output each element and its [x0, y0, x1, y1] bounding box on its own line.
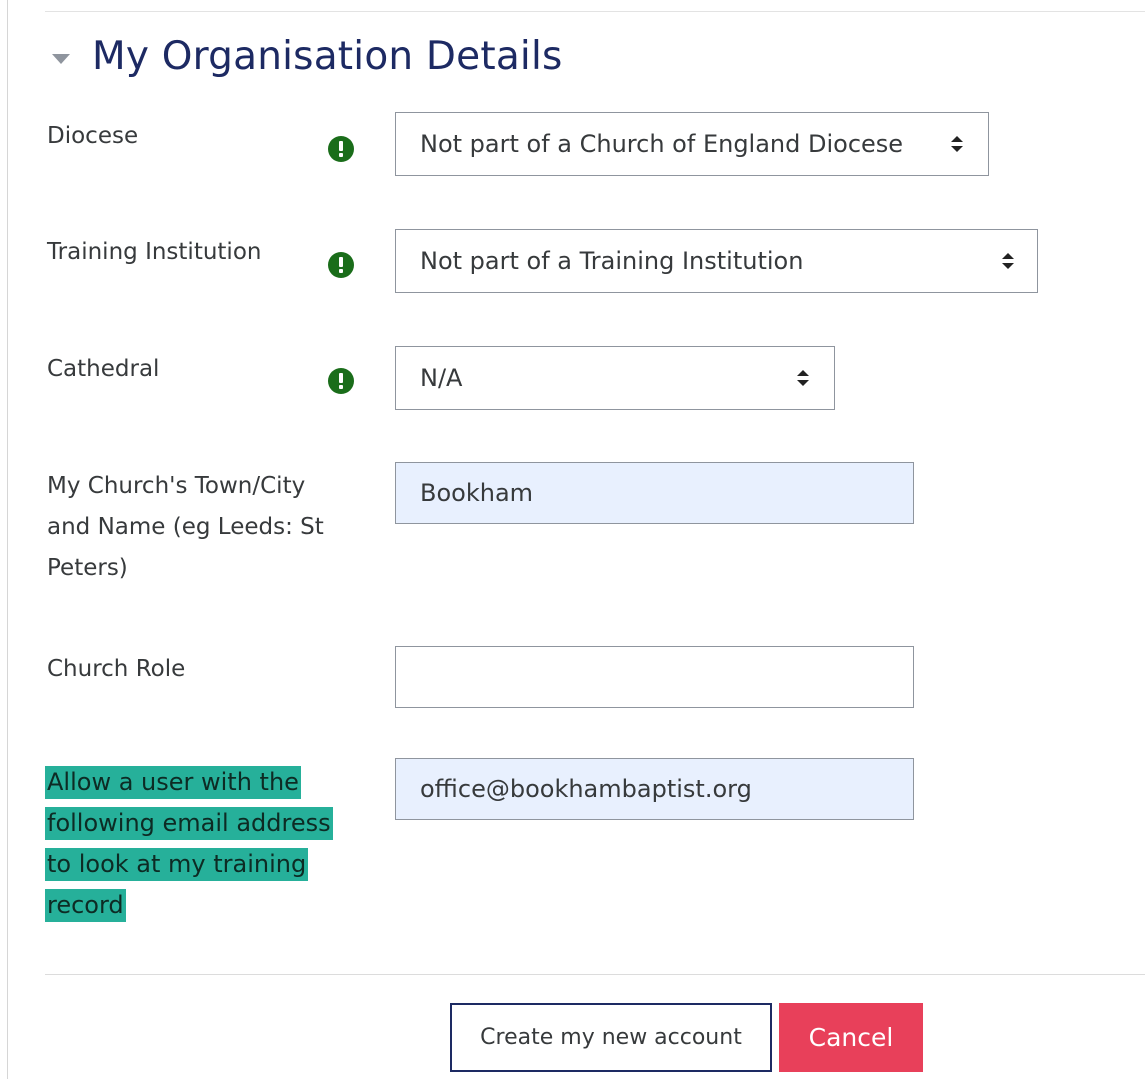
diocese-label: Diocese [47, 123, 139, 149]
allow-email-label: Allow a user with the following email ad… [45, 762, 333, 926]
select-arrows-icon [1002, 253, 1014, 269]
required-icon [328, 368, 354, 394]
diocese-selected-value: Not part of a Church of England Diocese [420, 130, 904, 158]
church-town-label-line: My Church's Town/City [47, 473, 306, 499]
required-icon [328, 252, 354, 278]
cathedral-label: Cathedral [47, 356, 160, 382]
required-icon [328, 136, 354, 162]
select-arrows-icon [797, 370, 809, 386]
allow-email-label-line: to look at my training [45, 848, 309, 881]
top-divider [45, 11, 1145, 12]
select-arrows-icon [951, 136, 963, 152]
church-town-value: Bookham [420, 479, 534, 507]
church-town-label-line: Peters) [47, 555, 128, 581]
cathedral-selected-value: N/A [420, 364, 463, 392]
diocese-select[interactable]: Not part of a Church of England Diocese [395, 112, 989, 176]
church-town-input[interactable]: Bookham [395, 462, 914, 524]
church-role-label: Church Role [47, 656, 186, 682]
cancel-button[interactable]: Cancel [779, 1003, 923, 1072]
allow-email-label-line: Allow a user with the [45, 766, 301, 799]
allow-email-label-line: following email address [45, 807, 333, 840]
bottom-divider [45, 974, 1145, 975]
create-account-button[interactable]: Create my new account [450, 1003, 772, 1072]
training-institution-selected-value: Not part of a Training Institution [420, 247, 804, 275]
left-border [7, 0, 8, 1079]
section-title: My Organisation Details [92, 34, 563, 79]
church-town-label-line: and Name (eg Leeds: St [47, 514, 324, 540]
allow-email-value: office@bookhambaptist.org [420, 775, 752, 803]
section-header[interactable]: My Organisation Details [52, 34, 563, 79]
training-institution-select[interactable]: Not part of a Training Institution [395, 229, 1038, 293]
cathedral-select[interactable]: N/A [395, 346, 835, 410]
allow-email-label-line: record [45, 889, 126, 922]
church-town-label: My Church's Town/City and Name (eg Leeds… [47, 466, 324, 589]
collapse-caret-icon[interactable] [52, 53, 70, 64]
allow-email-input[interactable]: office@bookhambaptist.org [395, 758, 914, 820]
church-role-input[interactable] [395, 646, 914, 708]
training-institution-label: Training Institution [47, 239, 262, 265]
